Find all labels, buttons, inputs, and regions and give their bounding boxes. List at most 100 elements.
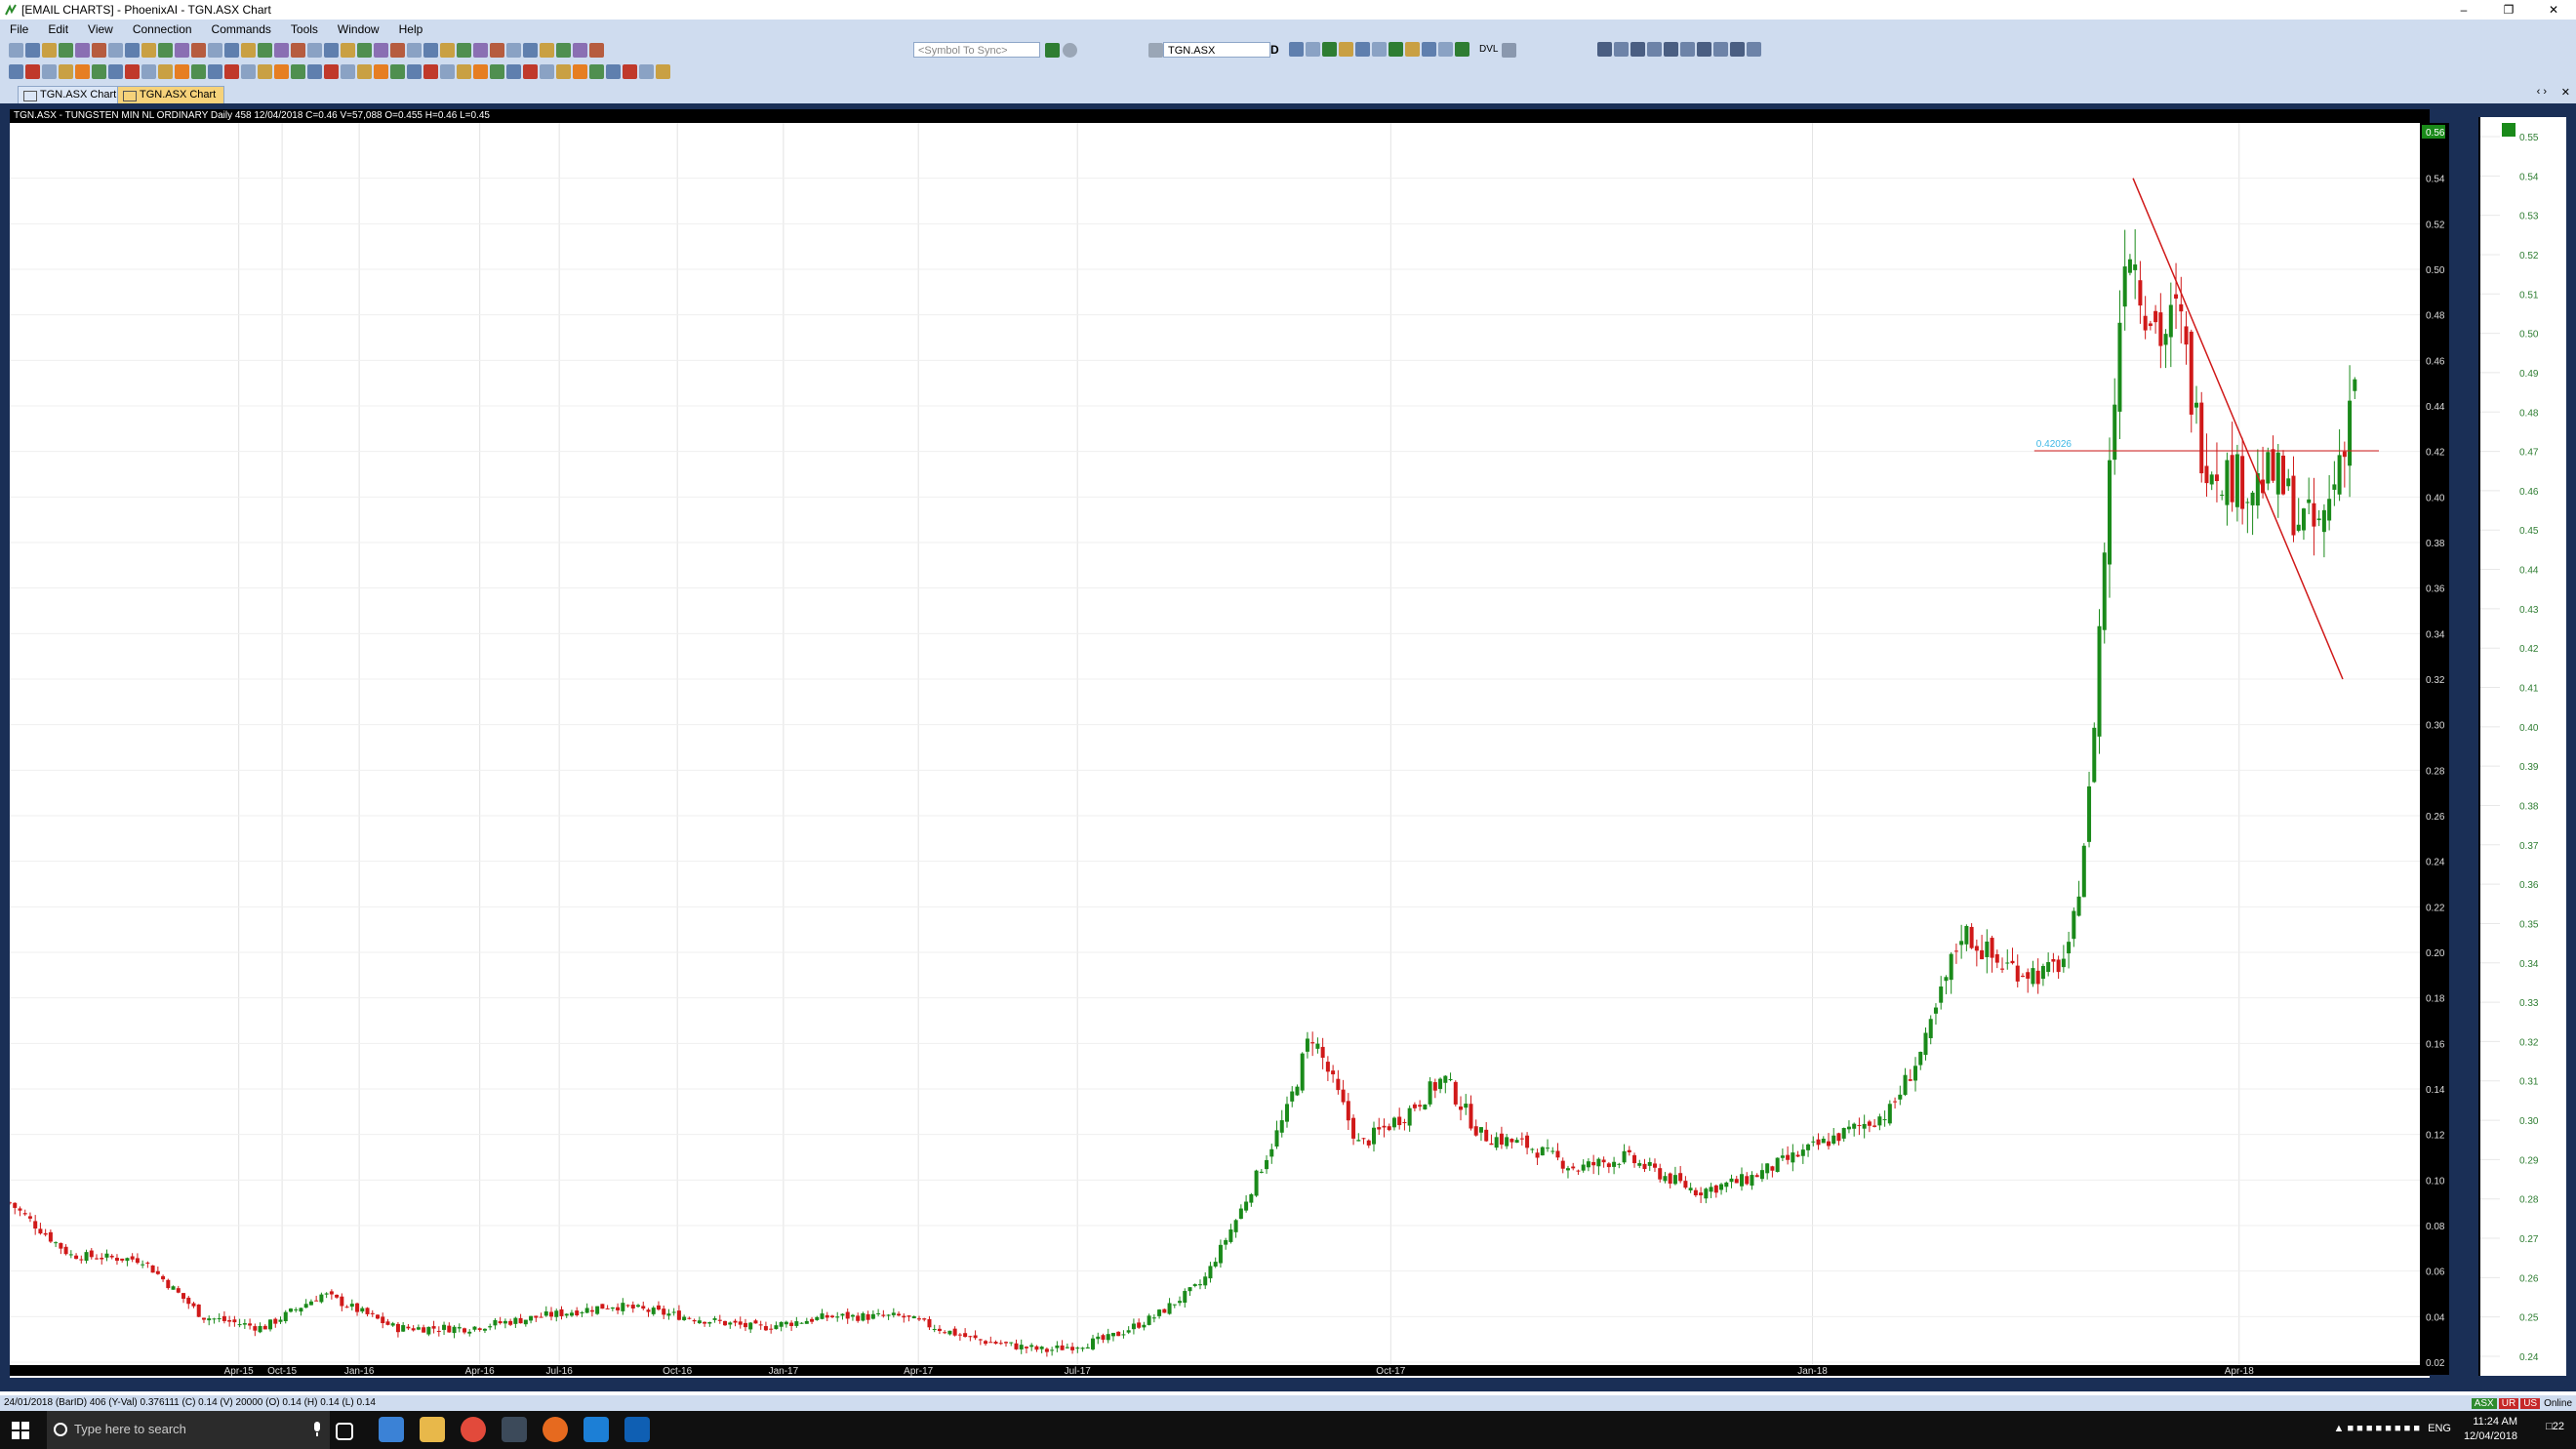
toolbar-tool-icon[interactable]: [208, 42, 222, 58]
toolbar-tool-icon[interactable]: [407, 42, 422, 58]
toolbar-tool-icon[interactable]: [241, 42, 256, 58]
toolbar-tool-icon[interactable]: [59, 42, 73, 58]
toolbar-tool-icon[interactable]: [540, 42, 554, 58]
language-indicator[interactable]: ENG: [2428, 1423, 2451, 1434]
restore-icon[interactable]: ❐: [2486, 0, 2531, 20]
toolbar-tool-icon[interactable]: [1289, 42, 1304, 57]
toolbar-tool-icon[interactable]: [42, 63, 57, 79]
menu-view[interactable]: View: [78, 22, 123, 36]
toolbar-tool-icon[interactable]: [25, 63, 40, 79]
firefox-icon[interactable]: [543, 1417, 568, 1442]
toolbar-tool-icon[interactable]: [1630, 42, 1645, 57]
toolbar-tool-icon[interactable]: [506, 42, 521, 58]
toolbar-tool-icon[interactable]: [407, 63, 422, 79]
toolbar-tool-icon[interactable]: [175, 42, 189, 58]
toolbar-tool-icon[interactable]: [141, 42, 156, 58]
toolbar-tool-icon[interactable]: [423, 42, 438, 58]
toolbar-tool-icon[interactable]: [341, 42, 355, 58]
toolbar-tool-icon[interactable]: [158, 63, 173, 79]
toolbar-tool-icon[interactable]: [556, 63, 571, 79]
microphone-icon[interactable]: [312, 1422, 322, 1437]
menu-file[interactable]: File: [0, 22, 38, 36]
toolbar-tool-icon[interactable]: [75, 42, 90, 58]
toolbar-tool-icon[interactable]: [390, 63, 405, 79]
toolbar-tool-icon[interactable]: [523, 63, 538, 79]
menu-edit[interactable]: Edit: [38, 22, 78, 36]
toolbar-tool-icon[interactable]: [307, 42, 322, 58]
toolbar-tool-icon[interactable]: [108, 63, 123, 79]
toolbar-tool-icon[interactable]: [191, 63, 206, 79]
toolbar-tool-icon[interactable]: [1372, 42, 1387, 57]
toolbar-tool-icon[interactable]: [490, 63, 504, 79]
toolbar-tool-icon[interactable]: [1713, 42, 1728, 57]
tab-scroll-icon[interactable]: ‹ ›: [2537, 86, 2547, 98]
toolbar-tool-icon[interactable]: [75, 63, 90, 79]
toolbar-tool-icon[interactable]: [473, 42, 488, 58]
toolbar-tool-icon[interactable]: [224, 63, 239, 79]
toolbar-tool-icon[interactable]: [1647, 42, 1662, 57]
outlook-icon[interactable]: [624, 1417, 650, 1442]
toolbar-tool-icon[interactable]: [92, 63, 106, 79]
price-chart[interactable]: Apr-15 Oct-15 Jan-16 Apr-16 Jul-16 Oct-16 Jan-…: [10, 123, 2478, 1376]
toolbar-tool-icon[interactable]: [1339, 42, 1353, 57]
toolbar-tool-icon[interactable]: [1405, 42, 1420, 57]
toolbar-tool-icon[interactable]: [1730, 42, 1745, 57]
toolbar-tool-icon[interactable]: [1389, 42, 1403, 57]
toolbar-tool-icon[interactable]: [589, 63, 604, 79]
toolbar-tool-icon[interactable]: [59, 63, 73, 79]
toolbar-tool-icon[interactable]: [1306, 42, 1320, 57]
toolbar-tool-icon[interactable]: [1455, 42, 1469, 57]
toolbar-tool-icon[interactable]: [92, 42, 106, 58]
toolbar-tool-icon[interactable]: [457, 63, 471, 79]
period-select[interactable]: D: [1270, 43, 1279, 57]
toolbar-tool-icon[interactable]: [141, 63, 156, 79]
toolbar-tool-icon[interactable]: [374, 63, 388, 79]
toolbar-tool-icon[interactable]: [42, 42, 57, 58]
toolbar-tool-icon[interactable]: [357, 63, 372, 79]
toolbar-tool-icon[interactable]: [523, 42, 538, 58]
menu-connection[interactable]: Connection: [123, 22, 202, 36]
toolbar-tool-icon[interactable]: [1322, 42, 1337, 57]
toolbar-tool-icon[interactable]: [457, 42, 471, 58]
internet-explorer-icon[interactable]: [584, 1417, 609, 1442]
trendline[interactable]: [2132, 178, 2344, 680]
menu-tools[interactable]: Tools: [281, 22, 328, 36]
toolbar-tool-icon[interactable]: [656, 63, 670, 79]
symbol-lock-icon[interactable]: [1148, 43, 1163, 58]
toolbar-tool-icon[interactable]: [9, 42, 23, 58]
sync-link-icon[interactable]: [1045, 43, 1060, 58]
toolbar-tool-icon[interactable]: [589, 42, 604, 58]
toolbar-tool-icon[interactable]: [540, 63, 554, 79]
tab-chart-1[interactable]: TGN.ASX Chart: [18, 86, 126, 103]
app-store-icon[interactable]: [379, 1417, 404, 1442]
toolbar-tool-icon[interactable]: [1438, 42, 1453, 57]
system-tray[interactable]: ▲ ■ ■ ■ ■ ■ ■ ■ ■: [2334, 1423, 2421, 1434]
toolbar-tool-icon[interactable]: [606, 63, 621, 79]
toolbar-tool-icon[interactable]: [440, 63, 455, 79]
toolbar-tool-icon[interactable]: [158, 42, 173, 58]
toolbar-tool-icon[interactable]: [125, 42, 140, 58]
toolbar-tool-icon[interactable]: [241, 63, 256, 79]
clock[interactable]: 11:24 AM 12/04/2018: [2464, 1415, 2517, 1444]
notification-icon[interactable]: □22: [2546, 1421, 2564, 1432]
taskbar-search[interactable]: Type here to search: [47, 1411, 330, 1449]
toolbar-tool-icon[interactable]: [556, 42, 571, 58]
toolbar-tool-icon[interactable]: [208, 63, 222, 79]
toolbar-tool-icon[interactable]: [224, 42, 239, 58]
toolbar-tool-icon[interactable]: [1680, 42, 1695, 57]
toolbar-tool-icon[interactable]: [324, 63, 339, 79]
chrome-icon[interactable]: [461, 1417, 486, 1442]
toolbar-tool-icon[interactable]: [1614, 42, 1629, 57]
toolbar-tool-icon[interactable]: [341, 63, 355, 79]
toolbar-tool-icon[interactable]: [258, 42, 272, 58]
sync-clear-icon[interactable]: [1063, 43, 1077, 58]
toolbar-tool-icon[interactable]: [423, 63, 438, 79]
symbol-input[interactable]: TGN.ASX: [1163, 42, 1270, 58]
toolbar-tool-icon[interactable]: [390, 42, 405, 58]
toolbar-tool-icon[interactable]: [473, 63, 488, 79]
toolbar-tool-icon[interactable]: [639, 63, 654, 79]
menu-commands[interactable]: Commands: [202, 22, 281, 36]
toolbar-tool-icon[interactable]: [9, 63, 23, 79]
toolbar-tool-icon[interactable]: [25, 42, 40, 58]
minimize-icon[interactable]: –: [2441, 0, 2486, 20]
